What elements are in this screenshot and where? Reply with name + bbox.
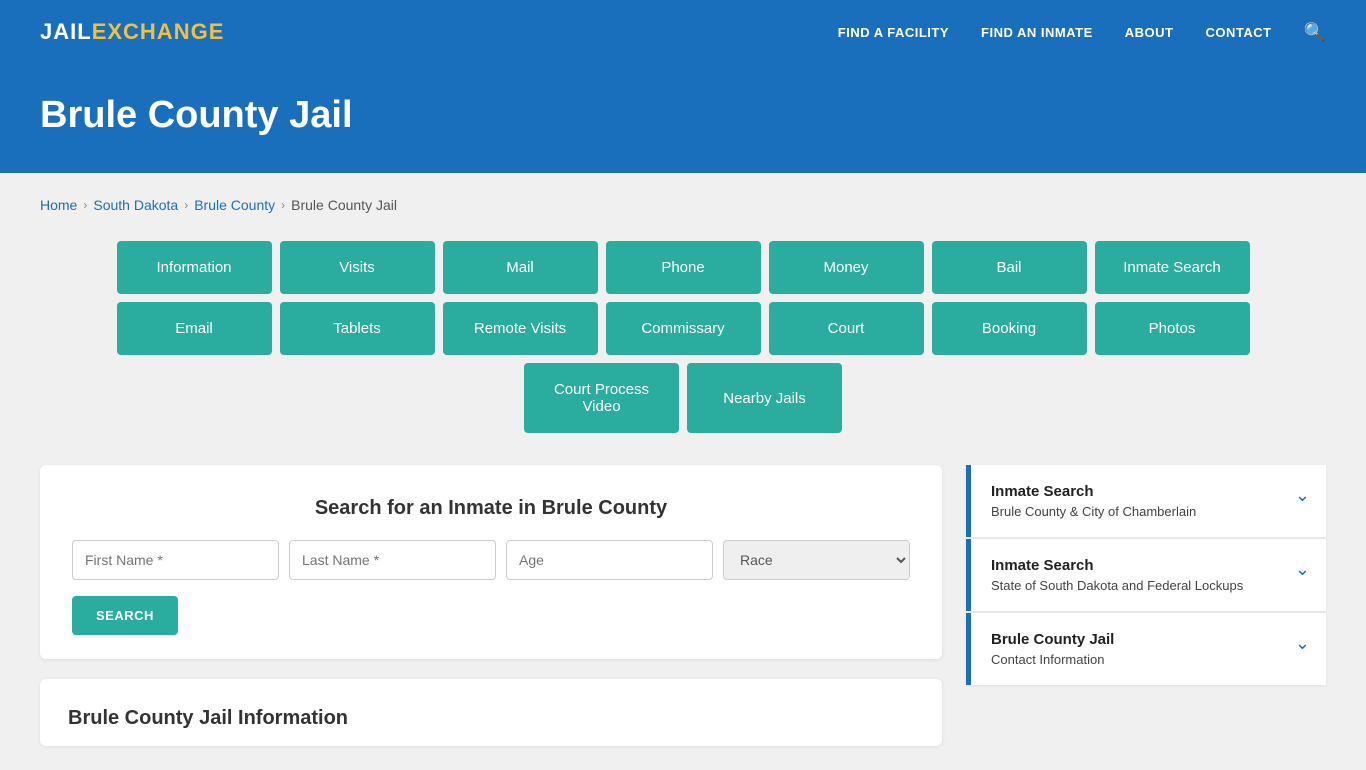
btn-visits[interactable]: Visits	[280, 241, 435, 294]
breadcrumb-current: Brule County Jail	[291, 197, 397, 213]
search-button[interactable]: SEARCH	[72, 596, 178, 635]
breadcrumb-sep-1: ›	[83, 198, 87, 212]
logo-exchange: EXCHANGE	[92, 19, 225, 45]
sidebar-card-local-title: Inmate Search	[991, 483, 1196, 500]
first-name-input[interactable]	[72, 540, 279, 580]
btn-row-3: Court Process Video Nearby Jails	[40, 363, 1326, 433]
btn-phone[interactable]: Phone	[606, 241, 761, 294]
btn-booking[interactable]: Booking	[932, 302, 1087, 355]
chevron-down-icon: ⌄	[1295, 485, 1310, 506]
btn-row-1: Information Visits Mail Phone Money Bail…	[40, 241, 1326, 294]
logo-jail: JAIL	[40, 19, 92, 45]
btn-mail[interactable]: Mail	[443, 241, 598, 294]
btn-money[interactable]: Money	[769, 241, 924, 294]
breadcrumb-sd[interactable]: South Dakota	[93, 197, 178, 213]
sidebar-card-state-search[interactable]: Inmate Search State of South Dakota and …	[966, 539, 1326, 611]
sidebar-card-state-sub: State of South Dakota and Federal Lockup…	[991, 578, 1243, 593]
race-select[interactable]: Race	[723, 540, 910, 580]
btn-photos[interactable]: Photos	[1095, 302, 1250, 355]
nav-about[interactable]: ABOUT	[1125, 25, 1174, 40]
search-fields: Race	[72, 540, 910, 580]
nav-contact[interactable]: CONTACT	[1205, 25, 1271, 40]
sidebar-card-contact[interactable]: Brule County Jail Contact Information ⌄	[966, 613, 1326, 685]
btn-inmate-search[interactable]: Inmate Search	[1095, 241, 1250, 294]
breadcrumb: Home › South Dakota › Brule County › Bru…	[40, 197, 1326, 213]
btn-row-2: Email Tablets Remote Visits Commissary C…	[40, 302, 1326, 355]
sidebar-panel: Inmate Search Brule County & City of Cha…	[966, 465, 1326, 746]
nav-find-inmate[interactable]: FIND AN INMATE	[981, 25, 1093, 40]
btn-court-process-video[interactable]: Court Process Video	[524, 363, 679, 433]
chevron-down-icon-2: ⌄	[1295, 559, 1310, 580]
hero-banner: Brule County Jail	[0, 64, 1366, 173]
btn-nearby-jails[interactable]: Nearby Jails	[687, 363, 842, 433]
btn-tablets[interactable]: Tablets	[280, 302, 435, 355]
nav-find-facility[interactable]: FIND A FACILITY	[838, 25, 949, 40]
breadcrumb-home[interactable]: Home	[40, 197, 77, 213]
service-button-grid: Information Visits Mail Phone Money Bail…	[40, 241, 1326, 433]
btn-court[interactable]: Court	[769, 302, 924, 355]
inmate-search-panel: Search for an Inmate in Brule County Rac…	[40, 465, 942, 659]
sidebar-card-local-sub: Brule County & City of Chamberlain	[991, 504, 1196, 519]
search-icon[interactable]: 🔍	[1304, 22, 1326, 43]
left-column: Search for an Inmate in Brule County Rac…	[40, 465, 942, 746]
breadcrumb-sep-3: ›	[281, 198, 285, 212]
page-title: Brule County Jail	[40, 94, 1326, 137]
last-name-input[interactable]	[289, 540, 496, 580]
main-content-grid: Search for an Inmate in Brule County Rac…	[40, 465, 1326, 746]
btn-bail[interactable]: Bail	[932, 241, 1087, 294]
sidebar-card-local-search[interactable]: Inmate Search Brule County & City of Cha…	[966, 465, 1326, 537]
site-header: JAIL EXCHANGE FIND A FACILITY FIND AN IN…	[0, 0, 1366, 64]
content-area: Home › South Dakota › Brule County › Bru…	[0, 173, 1366, 770]
info-title: Brule County Jail Information	[68, 707, 914, 730]
logo[interactable]: JAIL EXCHANGE	[40, 19, 224, 45]
info-section: Brule County Jail Information	[40, 679, 942, 746]
age-input[interactable]	[506, 540, 713, 580]
btn-commissary[interactable]: Commissary	[606, 302, 761, 355]
breadcrumb-county[interactable]: Brule County	[194, 197, 275, 213]
breadcrumb-sep-2: ›	[184, 198, 188, 212]
sidebar-card-contact-title: Brule County Jail	[991, 631, 1114, 648]
search-title: Search for an Inmate in Brule County	[72, 497, 910, 520]
btn-remote-visits[interactable]: Remote Visits	[443, 302, 598, 355]
btn-information[interactable]: Information	[117, 241, 272, 294]
main-nav: FIND A FACILITY FIND AN INMATE ABOUT CON…	[838, 22, 1326, 43]
btn-email[interactable]: Email	[117, 302, 272, 355]
sidebar-card-contact-sub: Contact Information	[991, 652, 1114, 667]
chevron-down-icon-3: ⌄	[1295, 633, 1310, 654]
sidebar-card-state-title: Inmate Search	[991, 557, 1243, 574]
